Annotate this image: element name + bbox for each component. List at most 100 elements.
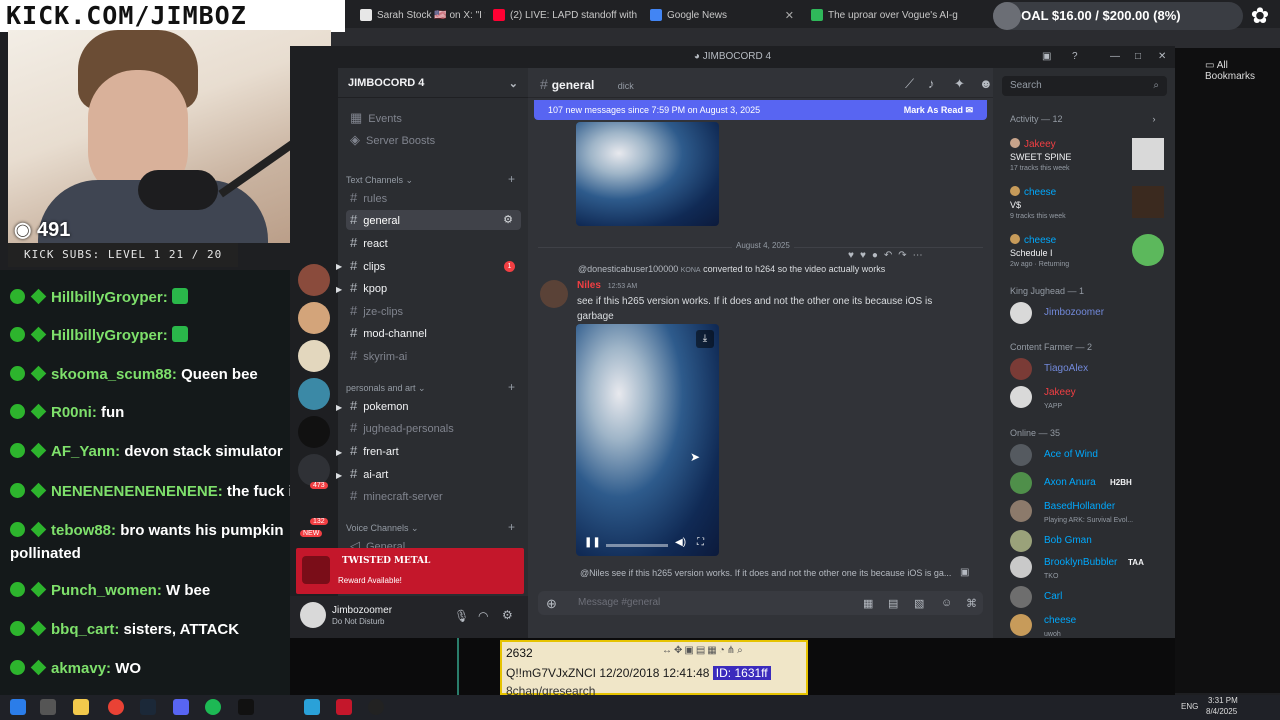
app-icon[interactable] [336, 699, 352, 715]
kick-badge-icon [10, 483, 25, 498]
server-icon[interactable] [298, 264, 330, 296]
bell-icon[interactable]: ♪ [928, 76, 935, 91]
channel-skyrim-ai[interactable]: # skyrim-ai [346, 346, 521, 366]
channel-rules[interactable]: # rules [346, 188, 521, 208]
channel-jughead-personals[interactable]: # jughead-personals [346, 418, 521, 438]
add-channel-icon[interactable]: + [508, 520, 515, 534]
channel-general[interactable]: # general ⚙ [346, 210, 521, 230]
close-icon[interactable]: ✕ [1158, 46, 1166, 68]
chrome-icon[interactable] [108, 699, 124, 715]
browser-tab-1[interactable]: Sarah Stock 🇺🇸 on X: "I wo✕ [352, 4, 485, 26]
chat-message: NENENENENENENENE: the fuck is this [10, 481, 332, 503]
browser-tab-4[interactable]: The uproar over Vogue's AI-ge✕ [803, 4, 958, 26]
post-id: ID: 1631ff [712, 666, 771, 680]
apps-icon[interactable]: ⌘ [966, 597, 977, 610]
channel-ai-art[interactable]: # ai-art [346, 464, 521, 484]
all-bookmarks[interactable]: ▭ All Bookmarks [1205, 60, 1280, 82]
add-channel-icon[interactable]: + [508, 172, 515, 186]
clock-date[interactable]: 8/4/2025 [1206, 707, 1237, 716]
hash-icon: # [350, 420, 358, 435]
server-icon[interactable] [298, 340, 330, 372]
channel-fren-art[interactable]: # fren-art [346, 441, 521, 461]
threads-icon[interactable]: ⟋ [905, 76, 914, 92]
headphones-icon[interactable]: ◠ [478, 609, 488, 623]
reply-preview[interactable]: @donesticabuser100000 KONA converted to … [578, 264, 885, 274]
channel-settings-icon[interactable]: ⚙ [503, 210, 513, 230]
search-input[interactable]: Search ⌕ [1002, 76, 1167, 96]
server-icon[interactable] [298, 378, 330, 410]
add-attachment-icon[interactable]: ⊕ [546, 596, 557, 612]
chevron-right-icon[interactable]: › [1153, 114, 1156, 124]
obs-icon[interactable] [368, 699, 384, 715]
server-header[interactable]: JIMBOCORD 4 ⌄ [338, 68, 528, 98]
add-channel-icon[interactable]: + [508, 380, 515, 394]
minimize-icon[interactable]: — [1110, 46, 1120, 68]
reply-preview[interactable]: @Niles see if this h265 version works. I… [580, 568, 960, 578]
gift-icon[interactable]: ▦ [863, 597, 873, 610]
author-name[interactable]: Niles [577, 280, 601, 291]
toolbar-icons: ↔✥▣▤▦◔⋔⌕ [662, 645, 745, 656]
category-voice[interactable]: Voice Channels ⌄ [346, 523, 419, 534]
message-hover-actions[interactable]: ♥♥●↶↷⋯ [848, 250, 929, 261]
channel-jze-clips[interactable]: # jze-clips [346, 301, 521, 321]
microphone-icon[interactable]: 🎙 [454, 609, 469, 623]
category-personals[interactable]: personals and art ⌄ [346, 383, 426, 394]
avatar[interactable] [300, 602, 326, 628]
reward-banner[interactable]: TWISTED METAL Reward Available! [296, 548, 524, 594]
pause-icon[interactable]: ❚❚ [584, 537, 601, 548]
microphone [138, 170, 218, 210]
maximize-icon[interactable]: □ [1135, 46, 1141, 68]
hash-icon: # [350, 443, 358, 458]
avatar [1010, 138, 1020, 148]
events-item[interactable]: ▦ Events [346, 108, 521, 128]
spotify-icon[interactable] [205, 699, 221, 715]
address-bar-row[interactable] [330, 28, 1280, 48]
channel-minecraft-server[interactable]: # minecraft-server [346, 486, 521, 506]
channel-mod-channel[interactable]: # mod-channel [346, 323, 521, 343]
language-indicator[interactable]: ENG [1181, 702, 1198, 711]
download-icon[interactable]: ⤓ [696, 330, 714, 348]
steam-icon[interactable] [140, 699, 156, 715]
close-icon[interactable]: ✕ [785, 9, 794, 22]
activity-header: Activity — 12 › [1010, 114, 1156, 124]
video-player[interactable]: ⤓ ❚❚ ◀) ⛶ [576, 324, 719, 556]
inbox-icon[interactable]: ▣ [1042, 46, 1051, 68]
video-progress-bar[interactable] [606, 544, 668, 547]
channel-clips[interactable]: # clips 1 [346, 256, 521, 276]
hash-icon: # [350, 235, 358, 250]
terminal-icon[interactable] [238, 699, 254, 715]
volume-icon[interactable]: ◀) [675, 537, 686, 548]
app-icon[interactable] [304, 699, 320, 715]
server-boosts-item[interactable]: ◈ Server Boosts [346, 130, 521, 150]
channel-pokemon[interactable]: # pokemon [346, 396, 521, 416]
new-messages-bar[interactable]: 107 new messages since 7:59 PM on August… [534, 100, 987, 120]
gear-icon[interactable]: ⚙ [502, 608, 513, 622]
start-icon[interactable] [10, 699, 26, 715]
sticker-icon[interactable]: ▧ [914, 597, 924, 610]
fullscreen-icon[interactable]: ⛶ [697, 537, 704, 548]
member-list-icon[interactable]: ☻ [979, 76, 993, 91]
channel-react[interactable]: # react [346, 233, 521, 253]
server-icon[interactable] [298, 302, 330, 334]
user-status: Do Not Disturb [332, 617, 385, 626]
avatar[interactable] [540, 280, 568, 308]
help-icon[interactable]: ? [1072, 46, 1078, 68]
server-icon[interactable] [298, 416, 330, 448]
file-explorer-icon[interactable] [73, 699, 89, 715]
discord-icon[interactable] [173, 699, 189, 715]
category-text-channels[interactable]: Text Channels ⌄ [346, 175, 413, 186]
mark-as-read-button[interactable]: Mark As Read ✉ [904, 100, 973, 120]
gear-icon: ✿ [1250, 3, 1270, 28]
kick-badge-icon [10, 366, 25, 381]
browser-tab-2[interactable]: (2) LIVE: LAPD standoff with pu✕ [485, 4, 640, 26]
browser-tab-3[interactable]: Google News ✕ [642, 4, 802, 26]
pin-icon[interactable]: ✦ [954, 76, 965, 92]
timestamp: 12:53 AM [607, 283, 638, 290]
gif-icon[interactable]: ▤ [888, 597, 898, 610]
clock-time[interactable]: 3:31 PM [1208, 696, 1238, 705]
channel-kpop[interactable]: # kpop [346, 278, 521, 298]
video-thumbnail[interactable] [576, 122, 719, 226]
diamond-badge-icon [30, 326, 47, 343]
emoji-icon[interactable]: ☺ [941, 597, 952, 609]
task-view-icon[interactable] [40, 699, 56, 715]
